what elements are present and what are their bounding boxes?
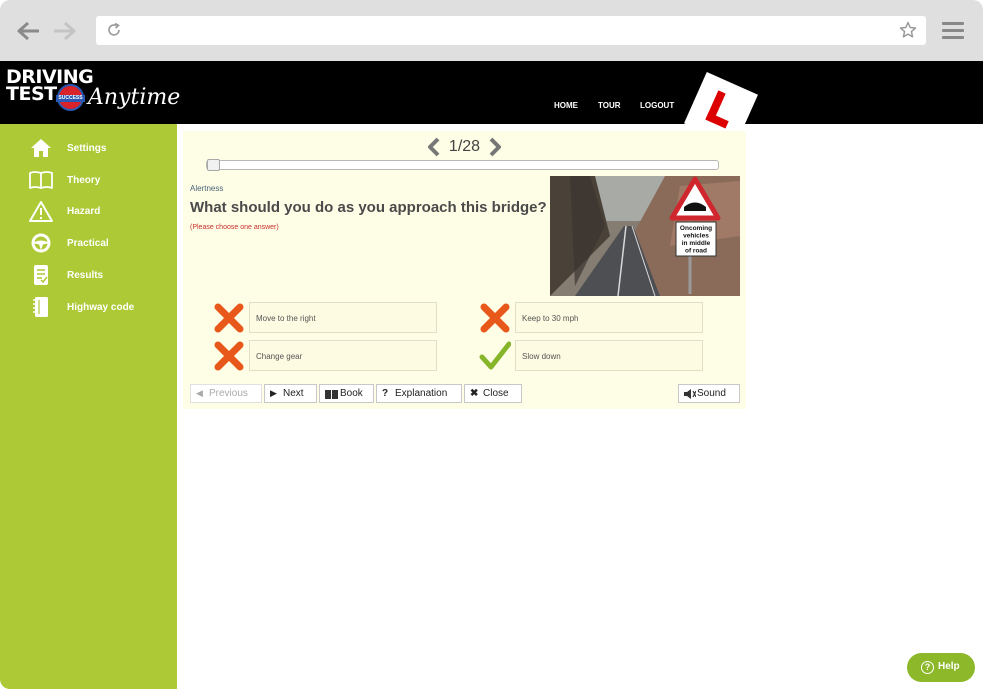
hamburger-menu-icon[interactable] [942, 22, 964, 39]
question-progress-slider[interactable] [206, 159, 719, 171]
question-instruction: (Please choose one answer) [190, 224, 279, 231]
bridge-road-photo: Oncoming vehicles in middle of road [550, 176, 740, 296]
browser-window: DRIVING TEST SUCCESS Anytime HOME TOUR L… [0, 0, 983, 689]
answer-option[interactable]: Change gear [213, 340, 441, 372]
sidebar-item-theory[interactable]: Theory [28, 169, 168, 193]
sidebar: Settings Theory Hazard Practical Results… [0, 124, 177, 689]
sign-text-line: of road [685, 248, 707, 255]
sidebar-item-settings[interactable]: Settings [28, 137, 168, 161]
previous-button-label: Previous [209, 388, 248, 399]
sidebar-item-label: Hazard [67, 206, 101, 217]
answer-text: Keep to 30 mph [522, 314, 579, 323]
nav-logout-link[interactable]: LOGOUT [640, 101, 674, 110]
answer-option[interactable]: Keep to 30 mph [479, 302, 707, 334]
nav-tour-link[interactable]: TOUR [598, 101, 621, 110]
chevron-right-icon[interactable] [488, 137, 502, 157]
explanation-button-label: Explanation [395, 388, 448, 399]
question-category: Alertness [190, 184, 224, 193]
steering-wheel-icon [31, 233, 51, 253]
sign-text-line: in middle [682, 240, 711, 247]
question-counter-label: 1/28 [448, 138, 481, 155]
answer-text: Change gear [256, 352, 303, 361]
results-icon [34, 265, 48, 285]
logo-word-anytime: Anytime [88, 85, 181, 110]
site-header: DRIVING TEST SUCCESS Anytime HOME TOUR L… [0, 61, 983, 124]
sidebar-item-label: Highway code [67, 302, 135, 313]
open-book-icon [325, 390, 338, 399]
triangle-right-icon: ▶ [270, 388, 277, 398]
triangle-left-icon: ◀ [196, 388, 203, 398]
cross-icon [214, 341, 244, 371]
question-text: What should you do as you approach this … [190, 199, 547, 216]
sign-text-line: Oncoming [680, 225, 712, 232]
logo-badge-label: SUCCESS [56, 95, 85, 102]
sidebar-item-label: Settings [67, 143, 107, 154]
reload-icon[interactable] [106, 22, 122, 38]
nav-home-link[interactable]: HOME [554, 101, 578, 110]
notebook-icon [33, 297, 48, 317]
warning-icon [29, 201, 53, 222]
arrow-left-icon[interactable] [17, 20, 41, 42]
close-button[interactable]: ✖ Close [464, 384, 522, 403]
sidebar-item-label: Practical [67, 238, 109, 249]
sound-button[interactable]: Sound [678, 384, 740, 403]
arrow-right-icon[interactable] [52, 20, 76, 42]
answer-box[interactable]: Move to the right [249, 302, 437, 333]
address-bar[interactable] [96, 16, 926, 45]
sound-button-label: Sound [697, 388, 726, 399]
book-button[interactable]: Book [319, 384, 374, 403]
question-circle-icon: ? [921, 661, 934, 674]
cross-icon [480, 303, 510, 333]
star-icon[interactable] [899, 21, 917, 39]
help-button[interactable]: ? Help [907, 653, 975, 682]
sidebar-item-label: Results [67, 270, 104, 281]
previous-button[interactable]: ◀ Previous [190, 384, 262, 403]
answer-box[interactable]: Change gear [249, 340, 437, 371]
help-button-label: Help [938, 661, 960, 672]
check-icon [479, 341, 511, 370]
speaker-icon [684, 389, 696, 399]
book-button-label: Book [340, 388, 363, 399]
answer-box[interactable]: Slow down [515, 340, 703, 371]
slider-handle[interactable] [207, 159, 220, 171]
sidebar-item-label: Theory [67, 175, 101, 186]
browser-toolbar [0, 0, 983, 61]
logo-word-test: TEST [6, 83, 57, 105]
close-icon: ✖ [470, 388, 479, 399]
sidebar-item-hazard[interactable]: Hazard [28, 200, 168, 224]
sidebar-item-practical[interactable]: Practical [28, 232, 168, 256]
question-mark-icon: ? [382, 388, 389, 399]
answer-text: Move to the right [256, 314, 316, 323]
sidebar-item-results[interactable]: Results [28, 264, 168, 288]
question-panel: 1/28 Alertness What should you do as you… [183, 131, 746, 409]
book-icon [29, 171, 53, 189]
chevron-left-icon[interactable] [427, 137, 441, 157]
success-badge-icon: SUCCESS [56, 84, 85, 111]
answer-text: Slow down [522, 352, 561, 361]
brand-logo[interactable]: DRIVING TEST SUCCESS Anytime [6, 68, 180, 117]
answer-box[interactable]: Keep to 30 mph [515, 302, 703, 333]
home-icon [31, 139, 51, 157]
answer-option[interactable]: Move to the right [213, 302, 441, 334]
cross-icon [214, 303, 244, 333]
sign-text-line: vehicles [683, 233, 709, 240]
close-button-label: Close [483, 388, 509, 399]
question-counter: 1/28 [183, 135, 746, 157]
next-button-label: Next [283, 388, 304, 399]
sidebar-item-highway-code[interactable]: Highway code [28, 296, 168, 320]
answer-option[interactable]: Slow down [479, 340, 707, 372]
next-button[interactable]: ▶ Next [264, 384, 317, 403]
explanation-button[interactable]: ? Explanation [376, 384, 462, 403]
